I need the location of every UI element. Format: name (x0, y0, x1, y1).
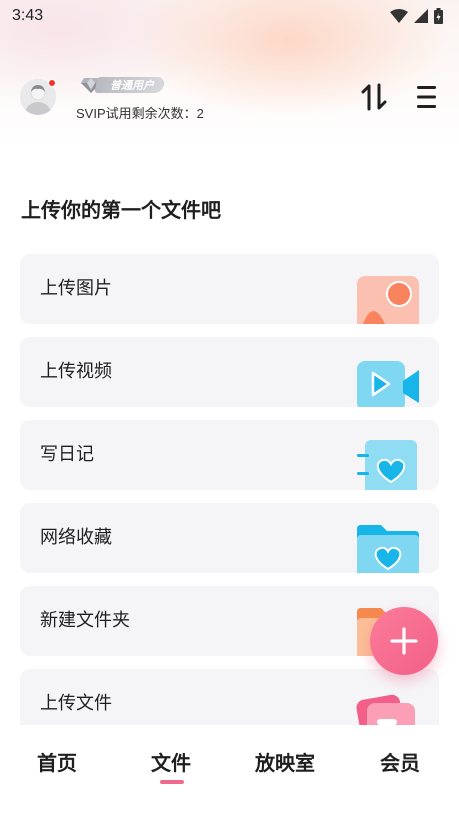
add-fab-button[interactable] (370, 607, 438, 675)
nav-item-vip[interactable]: 会员 (380, 747, 420, 776)
page-title: 上传你的第一个文件吧 (21, 198, 221, 222)
web-favorites-card[interactable]: 网络收藏 (20, 503, 439, 573)
sort-button[interactable] (360, 82, 390, 112)
image-icon (357, 276, 419, 324)
card-label: 新建文件夹 (40, 610, 130, 631)
upload-video-card[interactable]: 上传视频 (20, 337, 439, 407)
card-label: 上传图片 (40, 278, 112, 299)
card-label: 网络收藏 (40, 527, 112, 548)
header: 普通用户 SVIP试用剩余次数：2 (0, 72, 459, 122)
favorite-folder-icon (357, 525, 419, 573)
diary-icon (357, 440, 417, 490)
battery-icon (434, 8, 443, 24)
svip-trial-text: SVIP试用剩余次数：2 (76, 106, 204, 121)
card-label: 上传视频 (40, 361, 112, 382)
menu-button[interactable] (414, 82, 440, 112)
status-time: 3:43 (12, 7, 44, 24)
write-diary-card[interactable]: 写日记 (20, 420, 439, 490)
nav-item-home[interactable]: 首页 (37, 747, 77, 776)
nav-item-files[interactable]: 文件 (151, 747, 191, 776)
user-level-badge: 普通用户 (80, 75, 166, 95)
signal-icon (414, 9, 428, 23)
active-tab-indicator (160, 780, 184, 784)
upload-image-card[interactable]: 上传图片 (20, 254, 439, 324)
video-icon (357, 361, 419, 407)
notification-dot (48, 79, 56, 87)
menu-icon (417, 86, 436, 108)
bottom-navigation: 首页 文件 放映室 会员 (0, 725, 459, 816)
card-label: 上传文件 (40, 693, 112, 714)
nav-item-theater[interactable]: 放映室 (255, 747, 315, 776)
plus-icon (390, 627, 418, 655)
sort-arrows-icon (361, 83, 387, 111)
status-icons (390, 8, 443, 24)
card-label: 写日记 (40, 444, 94, 465)
wifi-icon (390, 9, 408, 23)
user-level-label: 普通用户 (110, 80, 154, 92)
status-bar: 3:43 (0, 0, 459, 32)
file-icon (356, 694, 415, 725)
upload-file-card[interactable]: 上传文件 (20, 669, 439, 725)
